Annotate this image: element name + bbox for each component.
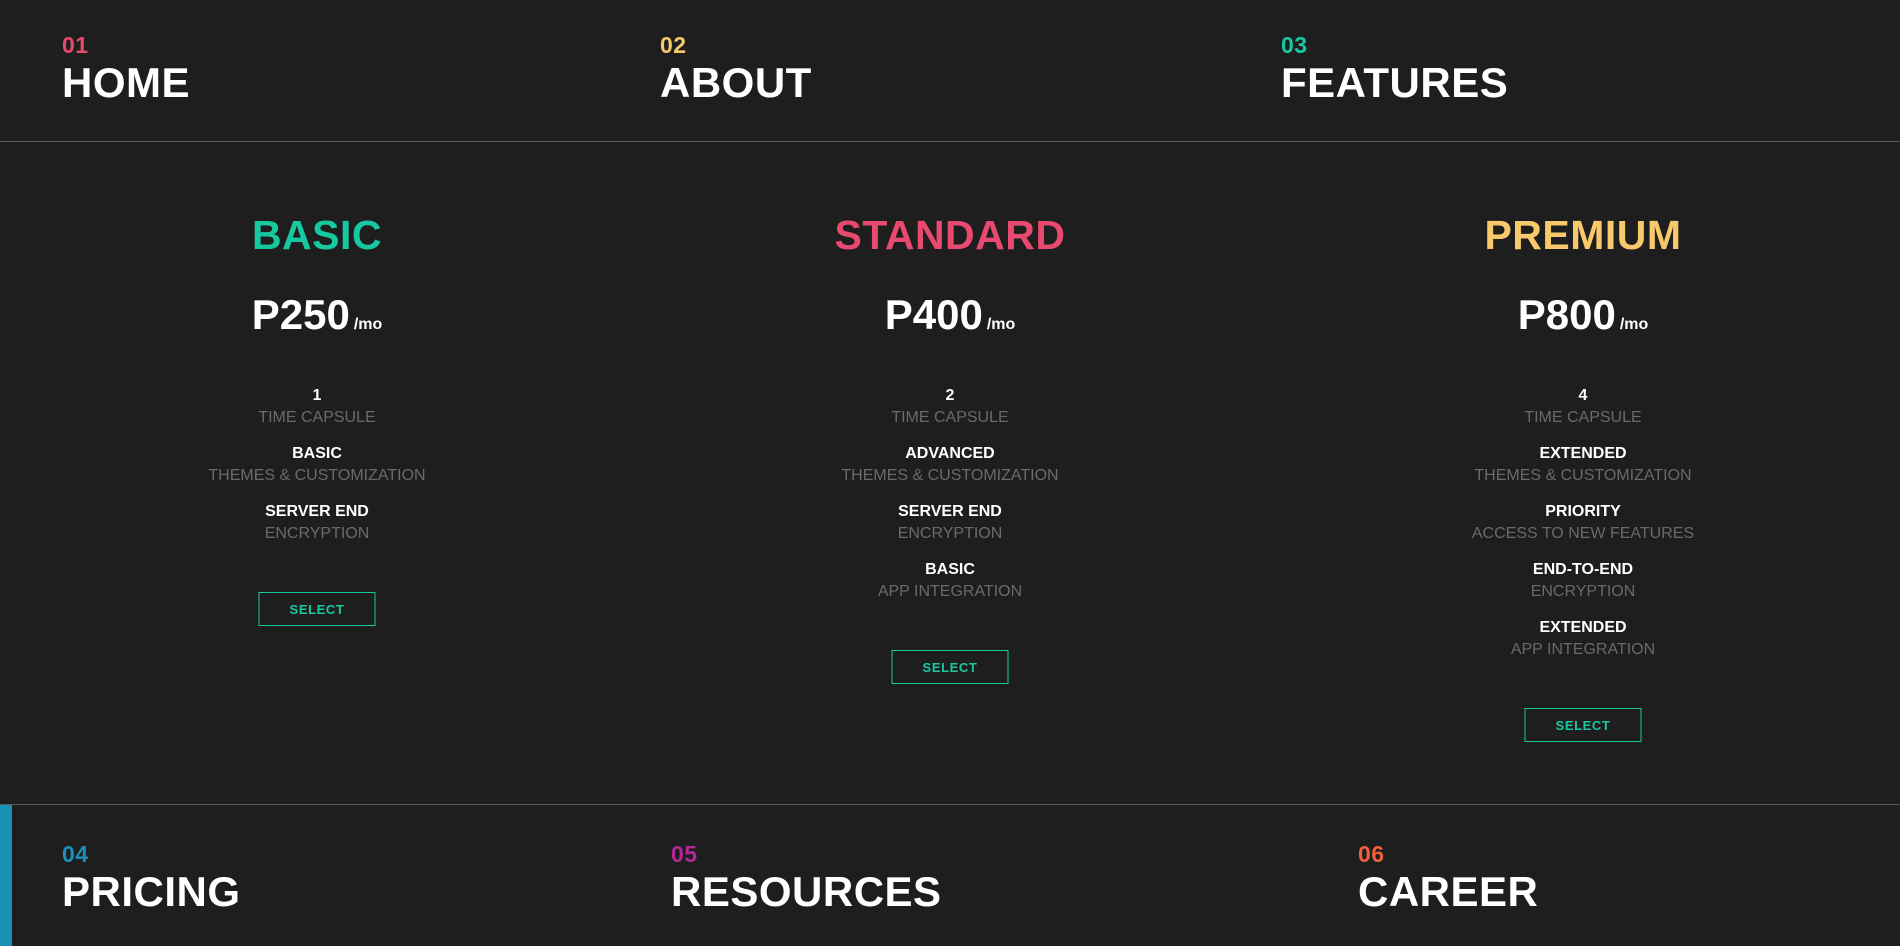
nav-item-home[interactable]: 01 HOME (62, 32, 190, 108)
feature-item: 2 TIME CAPSULE (633, 385, 1267, 443)
plan-price: P800/mo (1266, 291, 1900, 349)
price-unit: /mo (1619, 316, 1649, 333)
nav-label: PRICING (62, 868, 241, 915)
nav-label: CAREER (1358, 868, 1539, 915)
active-indicator (0, 805, 12, 946)
plan-name: BASIC (251, 212, 383, 258)
nav-number: 04 (62, 841, 89, 867)
price-unit: /mo (986, 316, 1016, 333)
feature-value: BASIC (925, 561, 975, 578)
plan-card-premium: PREMIUM P800/mo 4 TIME CAPSULE EXTENDED … (1266, 143, 1900, 804)
top-nav: 01 HOME 02 ABOUT 03 FEATURES (0, 0, 1900, 142)
price-unit: /mo (353, 316, 383, 333)
nav-number: 05 (671, 841, 698, 867)
nav-number: 03 (1281, 32, 1308, 58)
price-amount: P800 (1517, 291, 1616, 338)
nav-number: 01 (62, 32, 89, 58)
price-amount: P250 (251, 291, 350, 338)
feature-item: EXTENDED THEMES & CUSTOMIZATION (1266, 443, 1900, 501)
feature-desc: ENCRYPTION (897, 525, 1003, 542)
feature-value: 2 (945, 387, 955, 404)
nav-item-features[interactable]: 03 FEATURES (1281, 32, 1508, 108)
feature-desc: ENCRYPTION (1530, 583, 1636, 600)
feature-desc: ACCESS TO NEW FEATURES (1471, 525, 1695, 542)
feature-value: PRIORITY (1545, 503, 1621, 520)
feature-desc: TIME CAPSULE (1524, 409, 1642, 426)
feature-item: END-TO-END ENCRYPTION (1266, 559, 1900, 617)
feature-desc: THEMES & CUSTOMIZATION (1474, 467, 1692, 484)
feature-item: SERVER END ENCRYPTION (0, 501, 634, 559)
feature-item: PRIORITY ACCESS TO NEW FEATURES (1266, 501, 1900, 559)
feature-list: 2 TIME CAPSULE ADVANCED THEMES & CUSTOMI… (633, 385, 1267, 617)
feature-desc: ENCRYPTION (264, 525, 370, 542)
feature-desc: TIME CAPSULE (258, 409, 376, 426)
feature-desc: TIME CAPSULE (891, 409, 1009, 426)
nav-item-resources[interactable]: 05 RESOURCES (671, 841, 942, 917)
nav-number: 06 (1358, 841, 1385, 867)
feature-value: EXTENDED (1539, 619, 1627, 636)
feature-desc: APP INTEGRATION (877, 583, 1023, 600)
feature-item: 1 TIME CAPSULE (0, 385, 634, 443)
feature-value: 4 (1578, 387, 1588, 404)
nav-label: FEATURES (1281, 59, 1509, 106)
feature-value: END-TO-END (1532, 561, 1634, 578)
nav-label: ABOUT (660, 59, 812, 106)
bottom-nav: 04 PRICING 05 RESOURCES 06 CAREER (0, 804, 1900, 946)
feature-value: BASIC (292, 445, 342, 462)
select-button-basic[interactable]: SELECT (258, 592, 376, 626)
feature-item: ADVANCED THEMES & CUSTOMIZATION (633, 443, 1267, 501)
nav-item-about[interactable]: 02 ABOUT (660, 32, 812, 108)
feature-value: ADVANCED (905, 445, 995, 462)
nav-label: RESOURCES (671, 868, 942, 915)
feature-item: BASIC THEMES & CUSTOMIZATION (0, 443, 634, 501)
select-button-premium[interactable]: SELECT (1524, 708, 1642, 742)
feature-value: 1 (312, 387, 322, 404)
nav-item-career[interactable]: 06 CAREER (1358, 841, 1538, 917)
feature-list: 1 TIME CAPSULE BASIC THEMES & CUSTOMIZAT… (0, 385, 634, 559)
plan-card-basic: BASIC P250/mo 1 TIME CAPSULE BASIC THEME… (0, 143, 634, 804)
price-amount: P400 (884, 291, 983, 338)
select-button-standard[interactable]: SELECT (891, 650, 1009, 684)
feature-value: EXTENDED (1539, 445, 1627, 462)
feature-value: SERVER END (265, 503, 369, 520)
pricing-plans: BASIC P250/mo 1 TIME CAPSULE BASIC THEME… (0, 143, 1900, 804)
feature-desc: THEMES & CUSTOMIZATION (208, 467, 426, 484)
feature-item: BASIC APP INTEGRATION (633, 559, 1267, 617)
feature-list: 4 TIME CAPSULE EXTENDED THEMES & CUSTOMI… (1266, 385, 1900, 675)
nav-number: 02 (660, 32, 687, 58)
plan-name: PREMIUM (1484, 212, 1682, 258)
nav-item-pricing[interactable]: 04 PRICING (62, 841, 241, 917)
plan-name: STANDARD (834, 212, 1066, 258)
feature-value: SERVER END (898, 503, 1002, 520)
feature-item: 4 TIME CAPSULE (1266, 385, 1900, 443)
plan-price: P250/mo (0, 291, 634, 349)
nav-label: HOME (62, 59, 190, 106)
feature-item: EXTENDED APP INTEGRATION (1266, 617, 1900, 675)
feature-item: SERVER END ENCRYPTION (633, 501, 1267, 559)
feature-desc: THEMES & CUSTOMIZATION (841, 467, 1059, 484)
plan-price: P400/mo (633, 291, 1267, 349)
feature-desc: APP INTEGRATION (1510, 641, 1656, 658)
plan-card-standard: STANDARD P400/mo 2 TIME CAPSULE ADVANCED… (633, 143, 1267, 804)
